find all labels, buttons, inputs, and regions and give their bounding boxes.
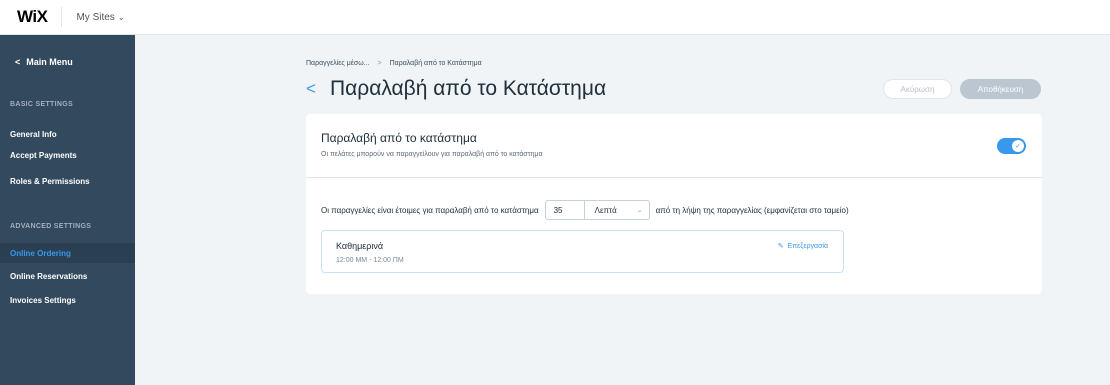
ready-time-row: Οι παραγγελίες είναι έτοιμες για παραλαβ… bbox=[321, 200, 849, 220]
top-bar: WiX My Sites ⌄ bbox=[0, 0, 1110, 35]
chevron-left-icon: < bbox=[15, 57, 21, 67]
ready-time-input[interactable]: 35 bbox=[544, 200, 585, 220]
ready-time-prefix: Οι παραγγελίες είναι έτοιμες για παραλαβ… bbox=[321, 205, 539, 215]
breadcrumb-item-current: Παραλαβή από το Κατάστημα bbox=[389, 60, 482, 67]
main-menu-back-button[interactable]: < Main Menu bbox=[15, 57, 73, 67]
my-sites-label: My Sites bbox=[76, 11, 115, 23]
sidebar-item-accept-payments[interactable]: Accept Payments bbox=[0, 145, 135, 165]
breadcrumb-item-parent[interactable]: Παραγγελίες μέσω... bbox=[306, 60, 370, 67]
pickup-hours-box: Καθημερινά 12:00 ΜΜ - 12:00 ΠΜ ✎ Επεξεργ… bbox=[321, 230, 844, 273]
sidebar-item-online-ordering[interactable]: Online Ordering bbox=[0, 243, 135, 263]
ready-time-suffix: από τη λήψη της παραγγελίας (εμφανίζεται… bbox=[655, 205, 849, 215]
cancel-button[interactable]: Ακύρωση bbox=[883, 79, 952, 99]
card-title: Παραλαβή από το κατάστημα bbox=[321, 131, 477, 145]
hours-day: Καθημερινά bbox=[336, 241, 384, 251]
back-arrow-icon[interactable]: < bbox=[306, 79, 316, 99]
card-header: Παραλαβή από το κατάστημα Οι πελάτες μπο… bbox=[306, 114, 1042, 178]
edit-hours-link[interactable]: ✎ Επεξεργασία bbox=[777, 242, 828, 251]
hours-time: 12:00 ΜΜ - 12:00 ΠΜ bbox=[336, 257, 404, 264]
unit-select-value: Λεπτά bbox=[594, 205, 617, 215]
divider bbox=[61, 7, 63, 27]
save-button[interactable]: Αποθήκευση bbox=[960, 79, 1041, 99]
check-icon: ✓ bbox=[1012, 140, 1024, 152]
sidebar-item-roles-permissions[interactable]: Roles & Permissions bbox=[0, 171, 135, 191]
ready-time-unit-select[interactable]: Λεπτά ⌄ bbox=[584, 200, 650, 220]
wix-logo[interactable]: WiX bbox=[17, 7, 48, 27]
sidebar: < Main Menu BASIC SETTINGS General Info … bbox=[0, 35, 135, 385]
breadcrumb-separator: > bbox=[377, 60, 382, 67]
chevron-down-icon: ⌄ bbox=[117, 12, 125, 22]
sidebar-item-general-info[interactable]: General Info bbox=[0, 124, 135, 144]
pencil-icon: ✎ bbox=[777, 243, 784, 250]
breadcrumb: Παραγγελίες μέσω... > Παραλαβή από το Κα… bbox=[306, 60, 482, 67]
sidebar-item-online-reservations[interactable]: Online Reservations bbox=[0, 266, 135, 286]
sidebar-item-invoices-settings[interactable]: Invoices Settings bbox=[0, 290, 135, 310]
chevron-down-icon: ⌄ bbox=[636, 207, 643, 214]
page-title: Παραλαβή από το Κατάστημα bbox=[329, 77, 607, 100]
section-advanced-settings: ADVANCED SETTINGS bbox=[10, 223, 92, 230]
pickup-settings-card: Παραλαβή από το κατάστημα Οι πελάτες μπο… bbox=[306, 114, 1042, 294]
main-menu-label: Main Menu bbox=[26, 57, 73, 67]
edit-label: Επεξεργασία bbox=[787, 242, 828, 250]
my-sites-dropdown[interactable]: My Sites ⌄ bbox=[76, 12, 124, 23]
section-basic-settings: BASIC SETTINGS bbox=[10, 101, 73, 108]
page-header: < Παραλαβή από το Κατάστημα bbox=[306, 77, 606, 101]
pickup-toggle[interactable]: ✓ bbox=[997, 138, 1026, 154]
card-subtitle: Οι πελάτες μπορούν να παραγγείλουν για π… bbox=[321, 151, 543, 158]
